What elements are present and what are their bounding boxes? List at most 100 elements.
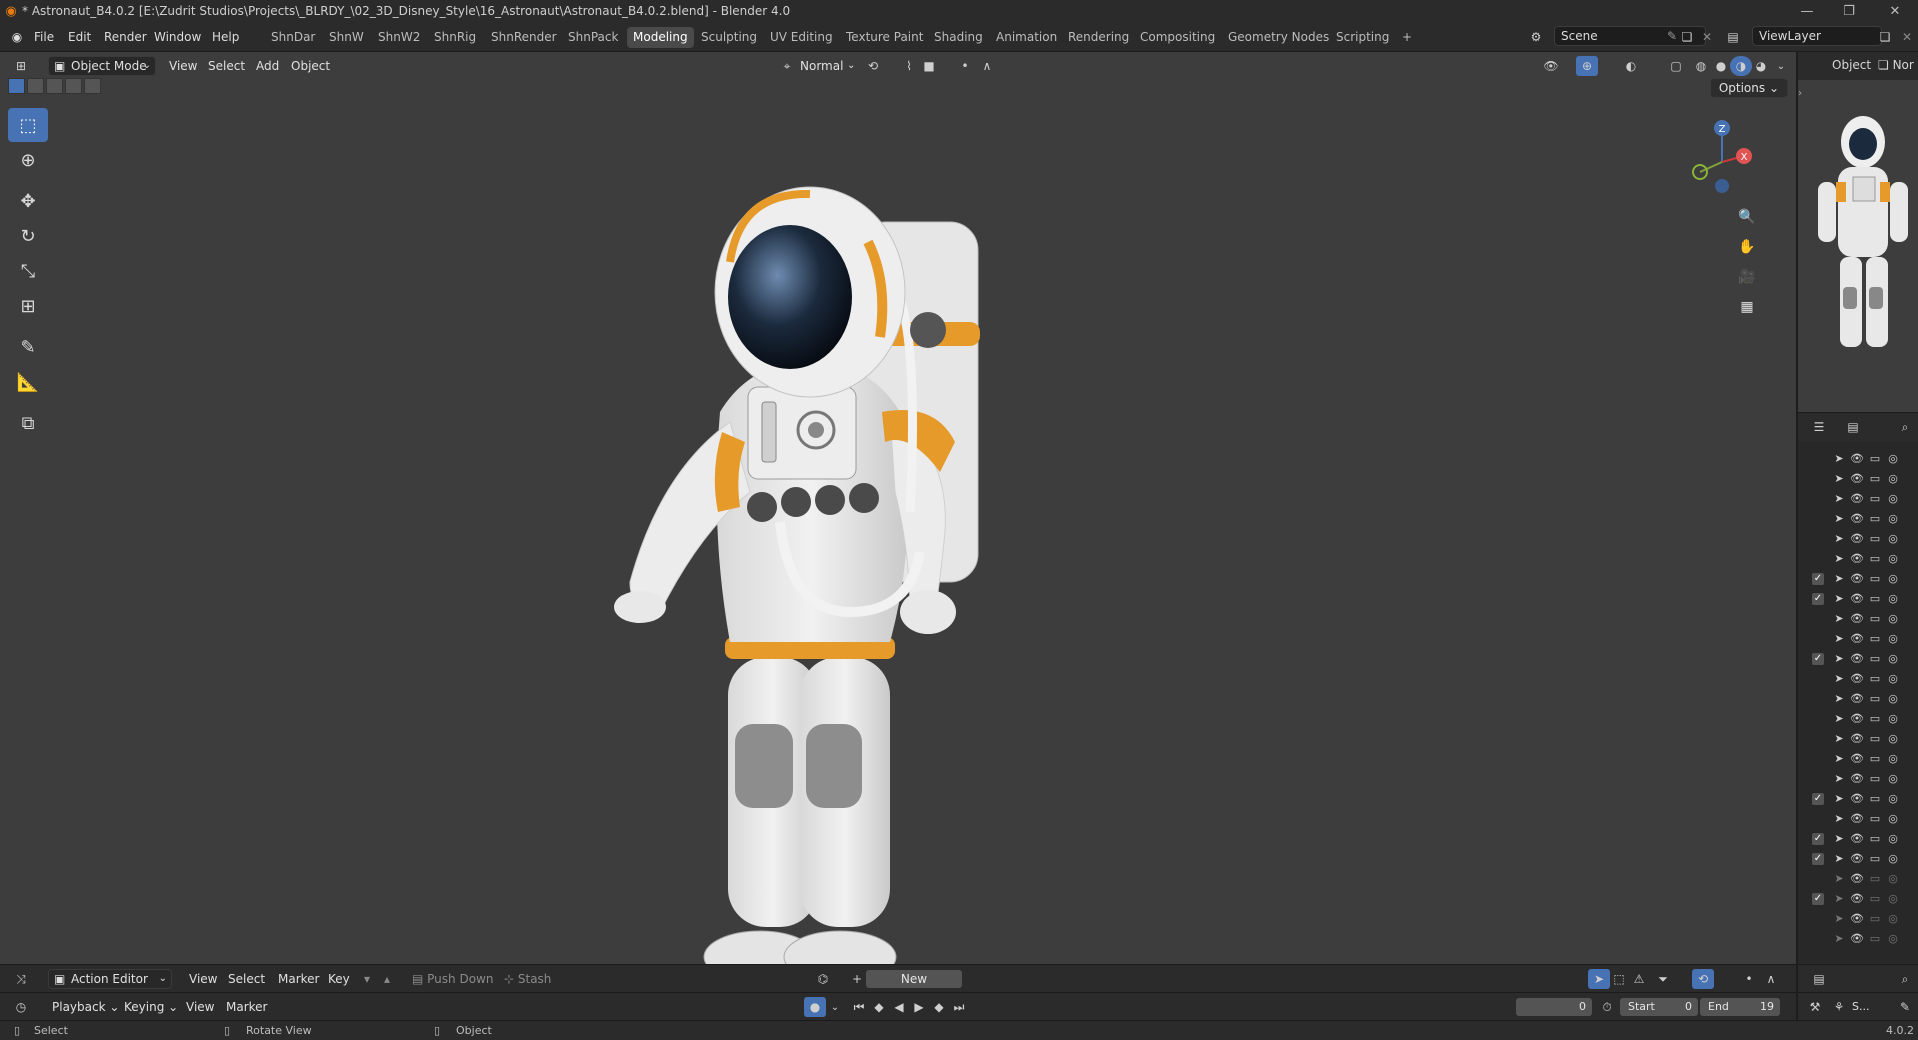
exclude-checkbox[interactable]: ✓ bbox=[1812, 853, 1824, 865]
eye-icon[interactable]: 👁 bbox=[1850, 872, 1864, 886]
stash-arrow-icon[interactable]: ▴ bbox=[376, 969, 398, 989]
tab-geometry-nodes[interactable]: Geometry Nodes bbox=[1222, 27, 1335, 48]
select-new-icon[interactable] bbox=[8, 78, 25, 94]
viewport-display-icon[interactable]: ▭ bbox=[1868, 452, 1882, 466]
next-keyframe-icon[interactable]: ◆ bbox=[928, 997, 950, 1017]
exclude-checkbox[interactable]: ✓ bbox=[1812, 893, 1824, 905]
select-invert-icon[interactable] bbox=[65, 78, 82, 94]
viewport-display-icon[interactable]: ▭ bbox=[1868, 472, 1882, 486]
viewport-menu-add[interactable]: Add bbox=[252, 57, 283, 75]
outliner-row[interactable]: ➤ 👁 ▭ ◎ bbox=[1798, 669, 1918, 689]
outliner-row[interactable]: ✓ ➤ 👁 ▭ ◎ bbox=[1798, 649, 1918, 669]
tool-properties-icon[interactable]: ⚒ bbox=[1804, 997, 1826, 1017]
stash-button[interactable]: ⊹ Stash bbox=[500, 970, 555, 988]
selectable-icon[interactable]: ➤ bbox=[1832, 492, 1846, 506]
new-viewlayer-icon[interactable]: ❏ bbox=[1874, 27, 1896, 47]
selectable-icon[interactable]: ➤ bbox=[1832, 552, 1846, 566]
restore-button[interactable]: ❐ bbox=[1832, 0, 1866, 22]
tab-shnpack[interactable]: ShnPack bbox=[562, 27, 624, 48]
tab-scripting[interactable]: Scripting bbox=[1330, 27, 1395, 48]
orientation-dropdown[interactable]: Normal bbox=[796, 57, 847, 75]
scale-tool-icon[interactable]: ⤡ bbox=[8, 254, 48, 288]
outliner-row[interactable]: ➤ 👁 ▭ ◎ bbox=[1798, 609, 1918, 629]
tab-compositing[interactable]: Compositing bbox=[1134, 27, 1221, 48]
selectable-icon[interactable]: ➤ bbox=[1832, 892, 1846, 906]
keying-chevron-icon[interactable]: ⌄ bbox=[824, 997, 846, 1017]
display-mode-icon[interactable]: ▤ bbox=[1842, 417, 1864, 437]
timeline-menu-view[interactable]: View bbox=[182, 998, 218, 1016]
viewport-display-icon[interactable]: ▭ bbox=[1868, 532, 1882, 546]
current-frame-field[interactable]: 0 bbox=[1516, 998, 1592, 1016]
menu-render[interactable]: Render bbox=[100, 28, 151, 46]
outliner-editor-icon[interactable]: ☰ bbox=[1808, 417, 1830, 437]
selectable-icon[interactable]: ➤ bbox=[1832, 912, 1846, 926]
render-camera-icon[interactable]: ◎ bbox=[1886, 632, 1900, 646]
eye-icon[interactable]: 👁 bbox=[1850, 792, 1864, 806]
tab-shading[interactable]: Shading bbox=[928, 27, 989, 48]
viewport-display-icon[interactable]: ▭ bbox=[1868, 552, 1882, 566]
eye-icon[interactable]: 👁 bbox=[1850, 572, 1864, 586]
properties-editor-icon[interactable]: ▤ bbox=[1808, 969, 1830, 989]
action-menu-key[interactable]: Key bbox=[324, 970, 354, 988]
render-camera-icon[interactable]: ◎ bbox=[1886, 452, 1900, 466]
timeline-menu-marker[interactable]: Marker bbox=[222, 998, 271, 1016]
camera-view-icon[interactable]: 🎥 bbox=[1734, 264, 1760, 290]
outliner-row[interactable]: ➤ 👁 ▭ ◎ bbox=[1798, 929, 1918, 949]
tab-animation[interactable]: Animation bbox=[990, 27, 1063, 48]
eye-icon[interactable]: 👁 bbox=[1850, 692, 1864, 706]
new-action-button[interactable]: New bbox=[866, 970, 962, 988]
zoom-icon[interactable]: 🔍 bbox=[1734, 204, 1760, 230]
outliner-row[interactable]: ➤ 👁 ▭ ◎ bbox=[1798, 489, 1918, 509]
filter-icon[interactable]: ⏷ bbox=[1652, 969, 1674, 989]
outliner-row[interactable]: ➤ 👁 ▭ ◎ bbox=[1798, 909, 1918, 929]
exclude-checkbox[interactable]: ✓ bbox=[1812, 793, 1824, 805]
end-frame-field[interactable]: End 19 bbox=[1700, 998, 1780, 1016]
snap-target-icon[interactable]: ■ bbox=[918, 56, 940, 76]
tab-name-partial[interactable]: ❏ Nor bbox=[1878, 58, 1914, 72]
viewport-display-icon[interactable]: ▭ bbox=[1868, 512, 1882, 526]
eye-icon[interactable]: 👁 bbox=[1850, 532, 1864, 546]
outliner-row[interactable]: ➤ 👁 ▭ ◎ bbox=[1798, 529, 1918, 549]
render-camera-icon[interactable]: ◎ bbox=[1886, 592, 1900, 606]
selectable-icon[interactable]: ➤ bbox=[1832, 752, 1846, 766]
render-camera-icon[interactable]: ◎ bbox=[1886, 692, 1900, 706]
render-camera-icon[interactable]: ◎ bbox=[1886, 832, 1900, 846]
select-subtract-icon[interactable] bbox=[46, 78, 63, 94]
proportional-edit-icon[interactable]: • bbox=[954, 56, 976, 76]
select-extend-icon[interactable] bbox=[27, 78, 44, 94]
viewport-menu-view[interactable]: View bbox=[165, 57, 201, 75]
render-camera-icon[interactable]: ◎ bbox=[1886, 572, 1900, 586]
properties-tab-s[interactable]: S... bbox=[1848, 998, 1873, 1016]
viewlayer-selector[interactable]: ViewLayer bbox=[1752, 26, 1882, 46]
eye-icon[interactable]: 👁 bbox=[1850, 852, 1864, 866]
viewport-menu-select[interactable]: Select bbox=[204, 57, 249, 75]
shading-options-icon[interactable]: ⌄ bbox=[1770, 56, 1792, 76]
new-action-plus-icon[interactable]: + bbox=[846, 969, 868, 989]
tab-sculpting[interactable]: Sculpting bbox=[695, 27, 763, 48]
outliner-row[interactable]: ✓ ➤ 👁 ▭ ◎ bbox=[1798, 589, 1918, 609]
play-reverse-icon[interactable]: ◀ bbox=[888, 997, 910, 1017]
eye-icon[interactable]: 👁 bbox=[1850, 892, 1864, 906]
tab-modeling[interactable]: Modeling bbox=[627, 27, 694, 48]
selectable-icon[interactable]: ➤ bbox=[1832, 712, 1846, 726]
perspective-grid-icon[interactable]: ▦ bbox=[1734, 294, 1760, 320]
outliner-row[interactable]: ➤ 👁 ▭ ◎ bbox=[1798, 689, 1918, 709]
outliner-row[interactable]: ➤ 👁 ▭ ◎ bbox=[1798, 769, 1918, 789]
minimize-button[interactable]: — bbox=[1790, 0, 1824, 22]
eye-icon[interactable]: 👁 bbox=[1850, 632, 1864, 646]
transform-tool-icon[interactable]: ⊞ bbox=[8, 289, 48, 323]
viewport-display-icon[interactable]: ▭ bbox=[1868, 612, 1882, 626]
tab-shnw2[interactable]: ShnW2 bbox=[372, 27, 426, 48]
gizmo-toggle-icon[interactable]: ⊕ bbox=[1576, 56, 1598, 76]
outliner-row[interactable]: ➤ 👁 ▭ ◎ bbox=[1798, 809, 1918, 829]
pin-icon[interactable]: ✎ bbox=[1894, 997, 1916, 1017]
eye-icon[interactable]: 👁 bbox=[1850, 452, 1864, 466]
outliner-row[interactable]: ✓ ➤ 👁 ▭ ◎ bbox=[1798, 569, 1918, 589]
selectable-icon[interactable]: ➤ bbox=[1832, 572, 1846, 586]
mode-dropdown[interactable]: ▣ Object Mode ⌄ bbox=[48, 56, 156, 76]
add-cube-tool-icon[interactable]: ⧉ bbox=[8, 406, 48, 440]
viewport-display-icon[interactable]: ▭ bbox=[1868, 912, 1882, 926]
selectable-icon[interactable]: ➤ bbox=[1832, 612, 1846, 626]
selectable-icon[interactable]: ➤ bbox=[1832, 672, 1846, 686]
viewport-display-icon[interactable]: ▭ bbox=[1868, 872, 1882, 886]
